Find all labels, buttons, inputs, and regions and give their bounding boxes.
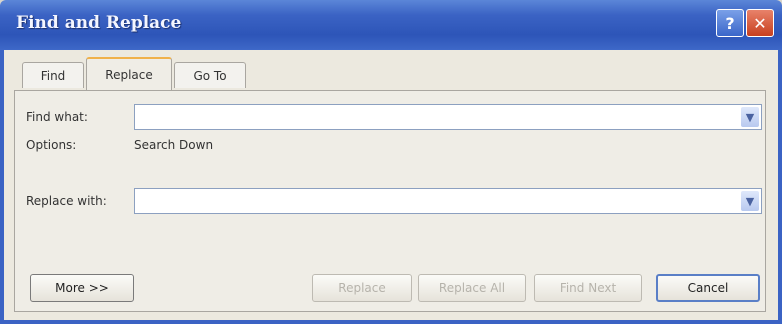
- replace-all-button[interactable]: Replace All: [418, 274, 526, 302]
- tab-goto[interactable]: Go To: [174, 62, 246, 88]
- options-value: Search Down: [134, 138, 214, 152]
- find-what-label: Find what:: [26, 110, 88, 124]
- find-what-combobox[interactable]: ▼: [134, 104, 762, 130]
- replace-with-label: Replace with:: [26, 194, 107, 208]
- replace-with-combobox[interactable]: ▼: [134, 188, 762, 214]
- cancel-button[interactable]: Cancel: [656, 274, 760, 302]
- title-bar: Find and Replace ? ✕: [0, 0, 782, 50]
- more-button[interactable]: More >>: [30, 274, 134, 302]
- tab-replace[interactable]: Replace: [86, 57, 172, 91]
- close-button[interactable]: ✕: [746, 9, 774, 37]
- help-button[interactable]: ?: [716, 9, 744, 37]
- tab-find[interactable]: Find: [22, 62, 84, 88]
- find-next-button[interactable]: Find Next: [534, 274, 642, 302]
- options-label: Options:: [26, 138, 77, 152]
- chevron-down-icon[interactable]: ▼: [741, 191, 759, 211]
- replace-button[interactable]: Replace: [312, 274, 412, 302]
- chevron-down-icon[interactable]: ▼: [741, 107, 759, 127]
- window-title: Find and Replace: [16, 13, 182, 33]
